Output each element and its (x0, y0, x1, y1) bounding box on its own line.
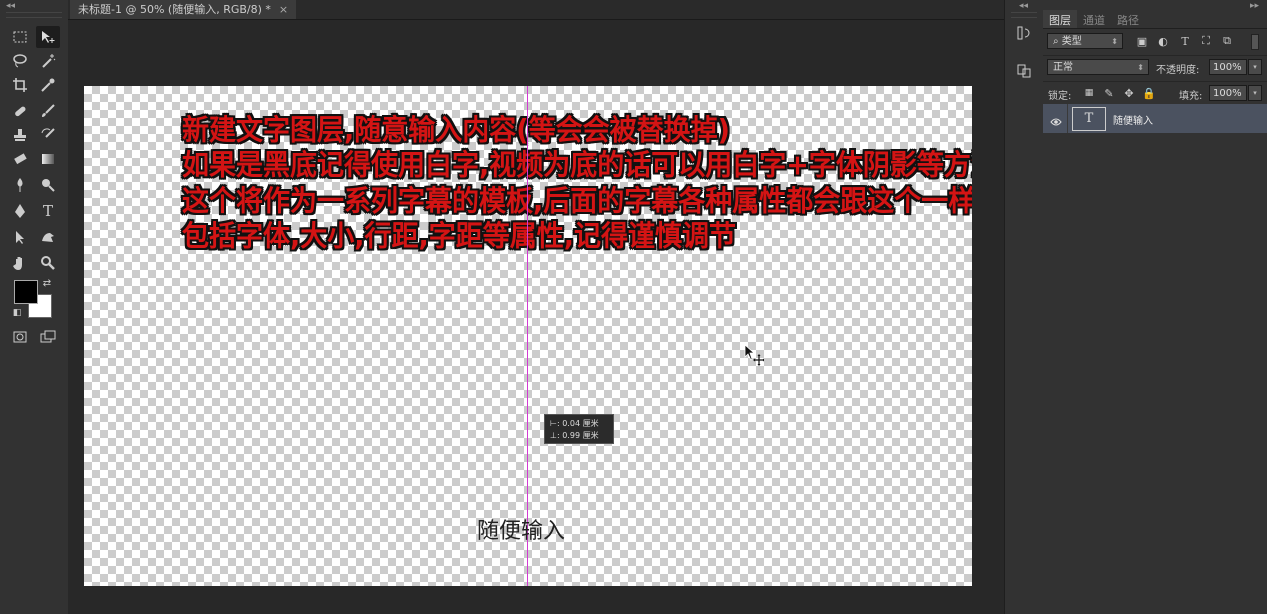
filter-row: ⌕ 类型 ⬍ ▣ ◐ T ⛶ ⧉ (1043, 29, 1267, 56)
vertical-guide[interactable] (527, 86, 528, 586)
expand-icon[interactable]: ◂◂ (1019, 1, 1028, 11)
default-colors-icon[interactable]: ◧ (10, 306, 24, 320)
move-cursor-icon (744, 344, 765, 370)
layer-row[interactable]: T 随便输入 (1043, 104, 1267, 133)
crop-tool-icon[interactable] (8, 74, 32, 96)
tab-channels[interactable]: 通道 (1077, 10, 1111, 28)
adjustment-filter-icon[interactable]: ◐ (1156, 34, 1170, 48)
type-layer-thumbnail[interactable]: T (1072, 107, 1106, 131)
close-icon[interactable]: × (279, 0, 288, 19)
fill-dropdown[interactable]: ▾ (1248, 85, 1262, 101)
lock-pixels-icon[interactable]: ✎ (1102, 86, 1116, 100)
panel-grip[interactable] (6, 12, 62, 18)
blend-mode-value: 正常 (1053, 62, 1073, 73)
history-brush-tool-icon[interactable] (36, 124, 60, 146)
shape-filter-icon[interactable]: ⛶ (1199, 34, 1213, 48)
canvas-work-area[interactable]: 新建文字图层,随意输入内容(等会会被替换掉) 如果是黑底记得使用白字,视频为底的… (68, 20, 1004, 614)
lock-transparency-icon[interactable]: ▦ (1082, 86, 1096, 100)
eraser-tool-icon[interactable] (8, 148, 32, 170)
eyedropper-tool-icon[interactable] (36, 74, 60, 96)
blend-row: 正常 ⬍ 不透明度: 100% ▾ (1043, 55, 1267, 82)
filter-kind-value: 类型 (1061, 36, 1082, 47)
gradient-tool-icon[interactable] (36, 148, 60, 170)
pen-tool-icon[interactable] (8, 200, 32, 222)
swap-colors-icon[interactable]: ⇄ (40, 276, 54, 290)
layers-panel: ▸▸ 图层 通道 路径 ⌕ 类型 ⬍ ▣ ◐ T ⛶ ⧉ 正常 ⬍ 不透明度: 10… (1043, 0, 1267, 614)
fill-input[interactable]: 100% (1209, 85, 1247, 101)
tools-panel: ◂◂ T ⇄ ◧ (0, 0, 69, 614)
lasso-tool-icon[interactable] (8, 50, 32, 72)
measure-tooltip: ⊢: 0.04 厘米 ⊥: 0.99 厘米 (544, 414, 614, 444)
tab-layers[interactable]: 图层 (1043, 10, 1077, 28)
collapsed-panel-dock: ◂◂ (1004, 0, 1044, 614)
custom-shape-tool-icon[interactable] (36, 226, 60, 248)
layer-row-divider (1067, 104, 1068, 133)
screen-mode-icon[interactable] (36, 326, 60, 348)
filter-kind-select[interactable]: ⌕ 类型 ⬍ (1047, 33, 1123, 49)
smart-object-filter-icon[interactable]: ⧉ (1220, 34, 1234, 48)
path-selection-tool-icon[interactable] (8, 226, 32, 248)
visibility-eye-icon[interactable] (1050, 112, 1062, 131)
filter-toggle[interactable] (1251, 34, 1259, 50)
zoom-tool-icon[interactable] (36, 252, 60, 274)
magic-wand-tool-icon[interactable] (36, 50, 60, 72)
overlay-text-line-2: 如果是黑底记得使用白字,视频为底的话可以用白字+字体阴影等方法 (182, 149, 972, 182)
overlay-text-line-4: 包括字体,大小,行距,字距等属性,记得谨慎调节 (182, 220, 737, 253)
clone-stamp-tool-icon[interactable] (8, 124, 32, 146)
text-layer-content[interactable]: 随便输入 (477, 513, 565, 545)
image-filter-icon[interactable]: ▣ (1135, 34, 1149, 48)
opacity-label: 不透明度: (1156, 65, 1200, 76)
opacity-input[interactable]: 100% (1209, 59, 1247, 75)
measure-x-value: 0.04 厘米 (562, 419, 599, 428)
brush-tool-icon[interactable] (36, 100, 60, 122)
type-tool-icon[interactable]: T (36, 200, 60, 222)
measure-y-value: 0.99 厘米 (562, 431, 599, 440)
move-tool-icon[interactable] (36, 26, 60, 48)
lock-position-icon[interactable]: ✥ (1122, 86, 1136, 100)
layer-name[interactable]: 随便输入 (1113, 112, 1153, 127)
collapse-icon[interactable]: ◂◂ (6, 1, 15, 11)
blend-mode-select[interactable]: 正常 ⬍ (1047, 59, 1149, 75)
foreground-color-swatch[interactable] (14, 280, 38, 304)
dodge-tool-icon[interactable] (36, 174, 60, 196)
healing-brush-tool-icon[interactable] (8, 100, 32, 122)
lock-label: 锁定: (1048, 91, 1072, 102)
history-panel-icon[interactable] (1013, 22, 1035, 44)
panel-grip[interactable] (1011, 12, 1037, 18)
document-canvas[interactable]: 新建文字图层,随意输入内容(等会会被替换掉) 如果是黑底记得使用白字,视频为底的… (84, 86, 972, 586)
measure-y-label: ⊥: (550, 431, 560, 440)
document-tab[interactable]: 未标题-1 @ 50% (随便输入, RGB/8) * × (70, 0, 297, 19)
measure-x-label: ⊢: (550, 419, 560, 428)
type-filter-icon[interactable]: T (1178, 34, 1192, 48)
panel-tabs: 图层 通道 路径 (1043, 10, 1267, 29)
properties-panel-icon[interactable] (1013, 60, 1035, 82)
tab-paths[interactable]: 路径 (1111, 10, 1145, 28)
document-tab-bar: 未标题-1 @ 50% (随便输入, RGB/8) * × (68, 0, 1004, 20)
document-tab-title: 未标题-1 @ 50% (随便输入, RGB/8) * (78, 3, 271, 16)
lock-all-icon[interactable]: 🔒 (1142, 86, 1156, 100)
hand-tool-icon[interactable] (8, 252, 32, 274)
opacity-dropdown[interactable]: ▾ (1248, 59, 1262, 75)
search-icon: ⌕ (1053, 36, 1059, 47)
quick-mask-icon[interactable] (8, 326, 32, 348)
blur-tool-icon[interactable] (8, 174, 32, 196)
marquee-tool-icon[interactable] (8, 26, 32, 48)
fill-label: 填充: (1179, 91, 1203, 102)
